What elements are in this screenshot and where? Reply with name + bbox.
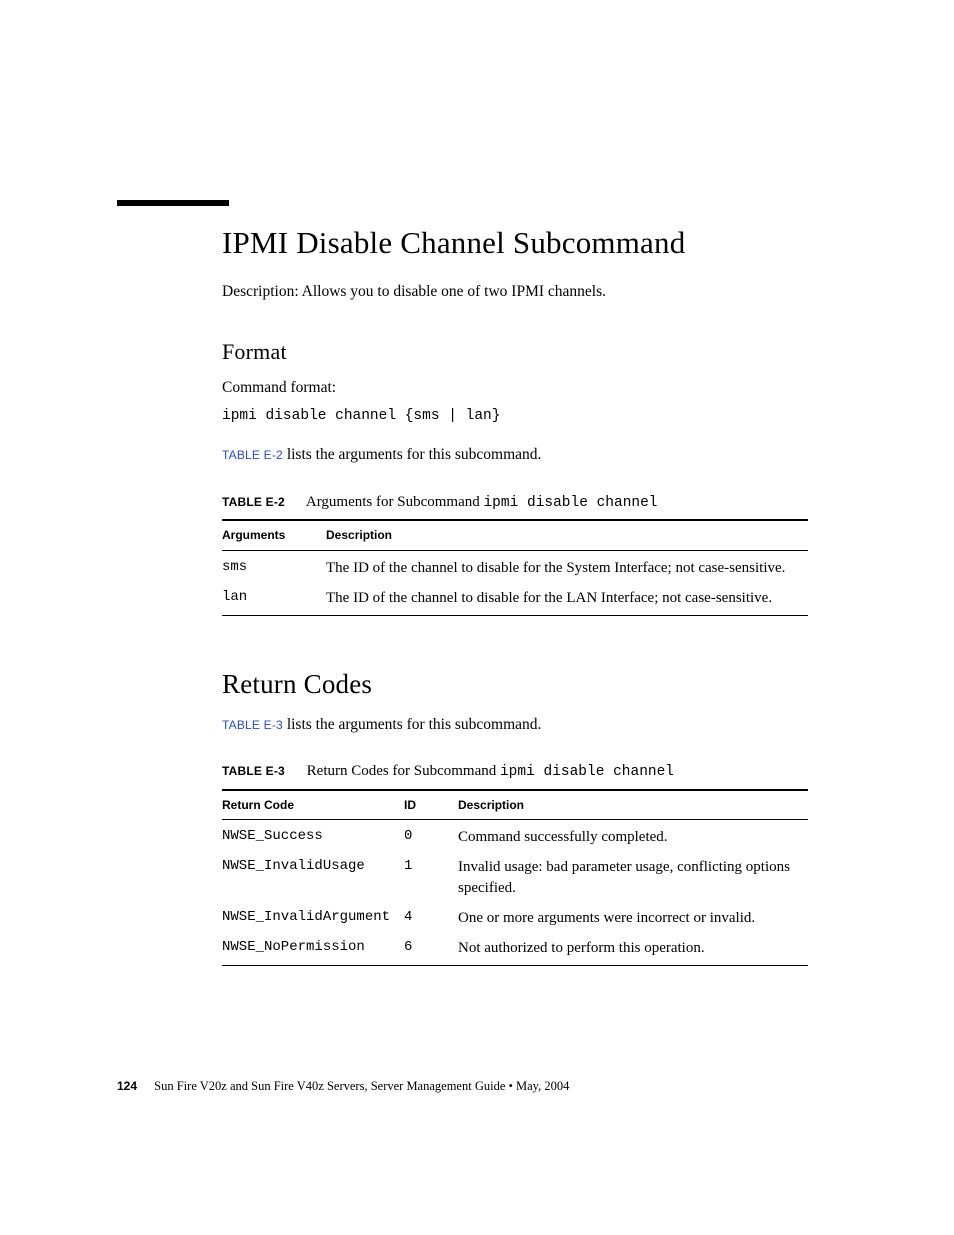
col-arguments: Arguments bbox=[222, 520, 326, 550]
id-cell: 0 bbox=[404, 820, 458, 853]
table-row: NWSE_InvalidArgument 4 One or more argum… bbox=[222, 903, 808, 933]
page-footer: 124 Sun Fire V20z and Sun Fire V40z Serv… bbox=[117, 1078, 569, 1095]
description-cell: The ID of the channel to disable for the… bbox=[326, 583, 808, 616]
id-cell: 1 bbox=[404, 852, 458, 903]
return-code-cell: NWSE_NoPermission bbox=[222, 933, 404, 966]
table-row: NWSE_NoPermission 6 Not authorized to pe… bbox=[222, 933, 808, 966]
return-code-cell: NWSE_InvalidUsage bbox=[222, 852, 404, 903]
table-e3-caption: TABLE E-3 Return Codes for Subcommand ip… bbox=[222, 761, 804, 783]
col-description: Description bbox=[458, 790, 808, 820]
page-title: IPMI Disable Channel Subcommand bbox=[222, 222, 804, 264]
return-codes-heading: Return Codes bbox=[222, 666, 804, 702]
table-e3-caption-text: Return Codes for Subcommand bbox=[307, 763, 500, 779]
table-e2-caption: TABLE E-2 Arguments for Subcommand ipmi … bbox=[222, 492, 804, 514]
argument-cell: lan bbox=[222, 583, 326, 616]
table-row: NWSE_InvalidUsage 1 Invalid usage: bad p… bbox=[222, 852, 808, 903]
argument-cell: sms bbox=[222, 550, 326, 583]
table-row: sms The ID of the channel to disable for… bbox=[222, 550, 808, 583]
id-cell: 4 bbox=[404, 903, 458, 933]
col-id: ID bbox=[404, 790, 458, 820]
col-description: Description bbox=[326, 520, 808, 550]
format-heading: Format bbox=[222, 337, 804, 367]
return-code-cell: NWSE_Success bbox=[222, 820, 404, 853]
return-codes-table: Return Code ID Description NWSE_Success … bbox=[222, 789, 808, 966]
reference-tail: lists the arguments for this subcommand. bbox=[283, 716, 541, 733]
section-rule bbox=[117, 200, 229, 206]
table-e2-caption-mono: ipmi disable channel bbox=[483, 495, 657, 511]
table-e3-label: TABLE E-3 bbox=[222, 764, 285, 778]
id-cell: 6 bbox=[404, 933, 458, 966]
table-e2-caption-text: Arguments for Subcommand bbox=[306, 494, 484, 510]
reference-tail: lists the arguments for this subcommand. bbox=[283, 446, 541, 463]
command-format-label: Command format: bbox=[222, 378, 804, 399]
table-e2-reference: TABLE E-2 lists the arguments for this s… bbox=[222, 445, 804, 466]
description-cell: The ID of the channel to disable for the… bbox=[326, 550, 808, 583]
table-e2-label: TABLE E-2 bbox=[222, 495, 285, 509]
table-row: lan The ID of the channel to disable for… bbox=[222, 583, 808, 616]
description-cell: Invalid usage: bad parameter usage, conf… bbox=[458, 852, 808, 903]
table-e2-link[interactable]: TABLE E-2 bbox=[222, 448, 283, 462]
table-e3-link[interactable]: TABLE E-3 bbox=[222, 718, 283, 732]
command-text: ipmi disable channel {sms | lan} bbox=[222, 408, 500, 424]
document-page: IPMI Disable Channel Subcommand Descript… bbox=[0, 0, 954, 1235]
page-number: 124 bbox=[117, 1079, 137, 1093]
description-cell: Command successfully completed. bbox=[458, 820, 808, 853]
description-cell: Not authorized to perform this operation… bbox=[458, 933, 808, 966]
description-cell: One or more arguments were incorrect or … bbox=[458, 903, 808, 933]
table-row: NWSE_Success 0 Command successfully comp… bbox=[222, 820, 808, 853]
return-code-cell: NWSE_InvalidArgument bbox=[222, 903, 404, 933]
arguments-table: Arguments Description sms The ID of the … bbox=[222, 519, 808, 616]
table-e3-caption-mono: ipmi disable channel bbox=[500, 764, 674, 780]
description-text: Description: Allows you to disable one o… bbox=[222, 282, 804, 303]
table-e3-reference: TABLE E-3 lists the arguments for this s… bbox=[222, 715, 804, 736]
col-return-code: Return Code bbox=[222, 790, 404, 820]
footer-text: Sun Fire V20z and Sun Fire V40z Servers,… bbox=[154, 1079, 569, 1093]
